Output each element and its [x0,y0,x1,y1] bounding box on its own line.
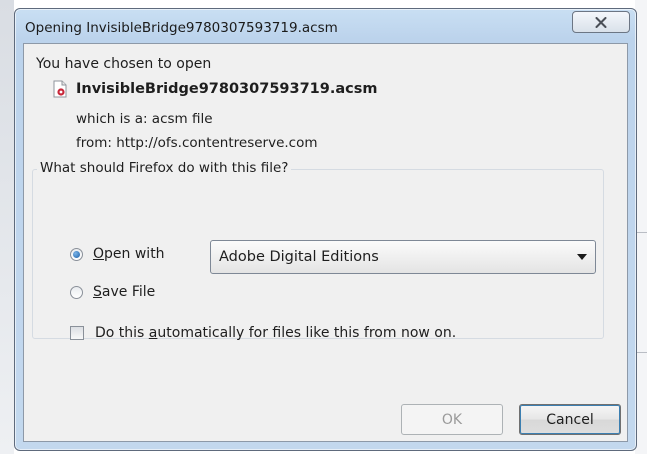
file-type-text: which is a: acsm file [76,111,213,127]
ok-button[interactable]: OK [401,404,503,435]
auto-action-label[interactable]: Do this automatically for files like thi… [95,325,456,341]
intro-text: You have chosen to open [36,56,212,72]
window-title: Opening InvisibleBridge9780307593719.acs… [25,20,338,36]
chevron-down-icon[interactable] [569,254,595,260]
dialog-body: You have chosen to open InvisibleBridge9… [23,43,628,442]
file-name: InvisibleBridge9780307593719.acsm [76,81,378,97]
cancel-button[interactable]: Cancel [519,404,621,435]
open-with-option[interactable]: Open with [70,246,165,262]
acsm-file-icon [53,80,67,98]
application-select[interactable]: Adobe Digital Editions [210,240,596,274]
save-file-option[interactable]: Save File [70,284,155,300]
open-with-radio[interactable] [70,247,83,261]
close-icon [595,16,607,28]
open-with-label[interactable]: Open with [93,246,165,262]
file-download-dialog: Opening InvisibleBridge9780307593719.acs… [14,8,637,451]
close-button[interactable] [572,11,630,33]
action-group-legend: What should Firefox do with this file? [37,160,292,176]
file-row: InvisibleBridge9780307593719.acsm [52,80,377,98]
application-select-value: Adobe Digital Editions [219,249,379,265]
save-file-radio[interactable] [70,285,83,299]
auto-action-checkbox[interactable] [70,326,84,340]
auto-action-option[interactable]: Do this automatically for files like thi… [70,325,456,341]
title-bar[interactable]: Opening InvisibleBridge9780307593719.acs… [15,9,636,43]
background-left-edge [0,0,14,454]
file-source-text: from: http://ofs.contentreserve.com [76,135,318,151]
save-file-label[interactable]: Save File [93,284,155,300]
